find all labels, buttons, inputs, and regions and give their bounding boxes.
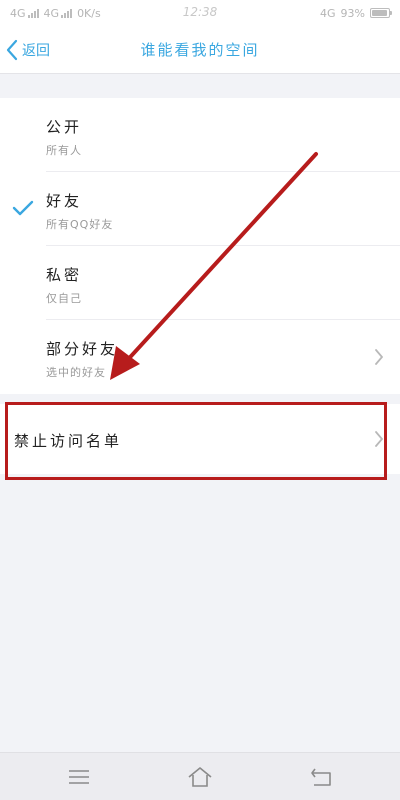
signal-group-1: 4G (10, 7, 39, 20)
chevron-right-icon (375, 431, 383, 447)
option-title: 私密 (46, 266, 83, 284)
return-icon (311, 768, 331, 786)
chevron-right-icon (375, 349, 383, 365)
option-private[interactable]: 私密 仅自己 (0, 246, 400, 320)
blocklist-title: 禁止访问名单 (14, 432, 123, 450)
nav-bar: 返回 谁能看我的空间 (0, 26, 400, 74)
option-desc: 选中的好友 (46, 366, 106, 379)
back-button[interactable]: 返回 (6, 35, 50, 65)
home-button[interactable] (185, 765, 215, 789)
status-bar: 4G 4G 0K/s 12:38 4G 93% (0, 0, 400, 26)
battery-percent: 93% (340, 6, 365, 20)
network-label-2: 4G (43, 6, 60, 20)
network-label-right: 4G (320, 6, 336, 20)
system-nav-bar (0, 752, 400, 800)
check-icon (12, 200, 34, 216)
option-title: 公开 (46, 118, 83, 136)
option-desc: 所有人 (46, 144, 82, 157)
network-label-1: 4G (10, 6, 26, 20)
option-title: 部分好友 (46, 340, 119, 358)
blocklist-row[interactable]: 禁止访问名单 (0, 404, 400, 474)
option-friends[interactable]: 好友 所有QQ好友 (0, 172, 400, 246)
status-left: 4G 4G 0K/s (10, 7, 101, 20)
signal-group-2: 4G (44, 7, 73, 20)
signal-bars-icon (27, 8, 39, 18)
option-public[interactable]: 公开 所有人 (0, 98, 400, 172)
home-icon (188, 767, 212, 787)
option-desc: 仅自己 (46, 292, 82, 305)
option-title: 好友 (46, 192, 83, 210)
menu-button[interactable] (64, 765, 94, 789)
status-right: 4G 93% (320, 6, 392, 20)
signal-bars-icon (61, 8, 73, 18)
menu-icon (69, 770, 89, 784)
return-button[interactable] (306, 765, 336, 789)
option-some-friends[interactable]: 部分好友 选中的好友 (0, 320, 400, 394)
page-title: 谁能看我的空间 (140, 41, 260, 59)
option-desc: 所有QQ好友 (46, 218, 114, 231)
chevron-left-icon (6, 39, 18, 61)
visibility-option-list: 公开 所有人 好友 所有QQ好友 私密 仅自己 部分好友 选中的好友 (0, 98, 400, 394)
back-label: 返回 (22, 43, 50, 59)
battery-icon (370, 8, 392, 18)
network-speed: 0K/s (77, 6, 101, 20)
